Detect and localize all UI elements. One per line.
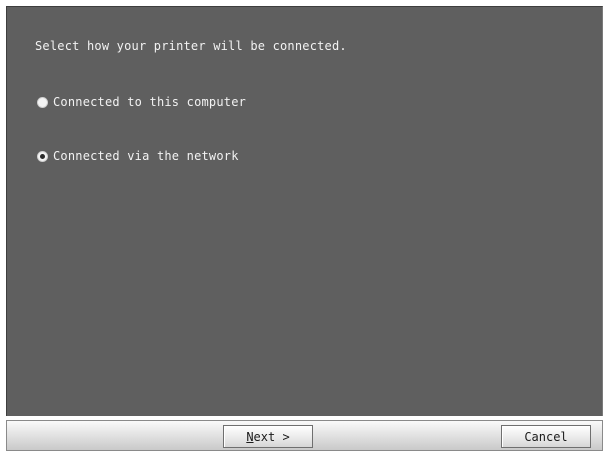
- cancel-button[interactable]: Cancel: [501, 425, 591, 448]
- button-strip: Next > Cancel: [6, 420, 603, 451]
- next-button-mnemonic: N: [246, 429, 254, 444]
- cancel-button-label: Cancel: [524, 429, 568, 444]
- option-this-computer-label[interactable]: Connected to this computer: [53, 95, 246, 109]
- content-panel: Select how your printer will be connecte…: [6, 6, 603, 416]
- option-this-computer[interactable]: Connected to this computer: [37, 95, 246, 109]
- next-button-label: ext >: [253, 429, 290, 444]
- installer-window: Select how your printer will be connecte…: [0, 0, 610, 470]
- radio-button-unchecked[interactable]: [37, 96, 48, 108]
- option-network[interactable]: Connected via the network: [37, 149, 239, 163]
- radio-button-checked[interactable]: [37, 150, 48, 162]
- next-button[interactable]: Next >: [223, 425, 313, 448]
- instruction-text: Select how your printer will be connecte…: [35, 39, 347, 53]
- button-bar: Next > Cancel: [0, 416, 610, 470]
- option-network-label[interactable]: Connected via the network: [53, 149, 239, 163]
